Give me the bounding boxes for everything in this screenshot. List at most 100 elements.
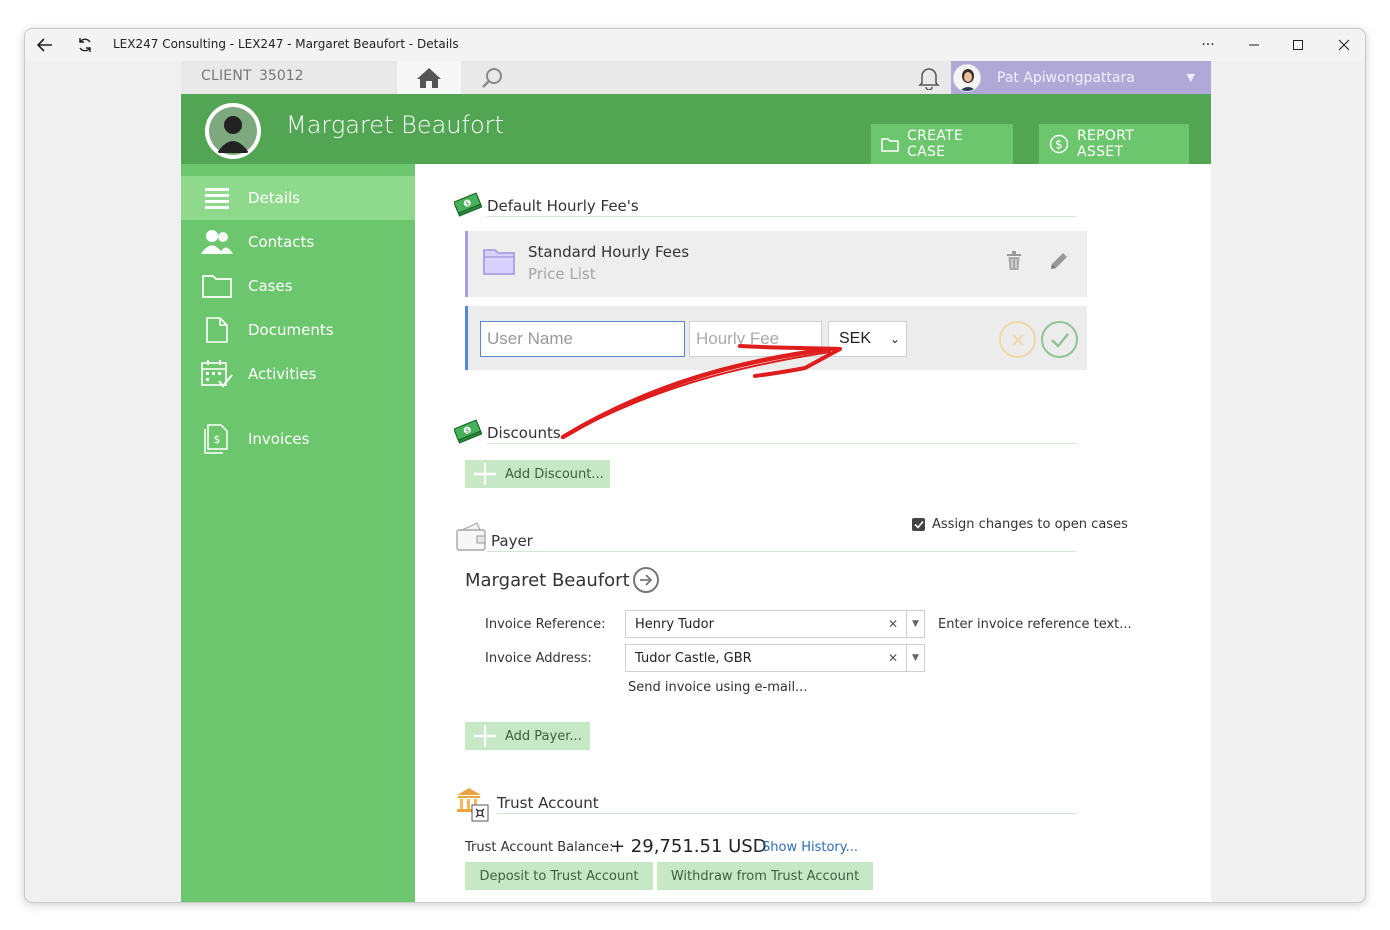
refresh-icon [79, 38, 91, 52]
withdraw-button[interactable]: Withdraw from Trust Account [657, 862, 873, 890]
section-divider [487, 443, 1076, 444]
dropdown-arrow-icon[interactable]: ▼ [906, 611, 924, 637]
hourly-fee-input[interactable]: Hourly Fee [689, 321, 822, 357]
add-payer-button[interactable]: Add Payer... [465, 722, 590, 750]
section-divider [487, 216, 1076, 217]
wallet-icon [456, 522, 486, 551]
app-area: CLIENT 35012 Pat Apiwongpattara ▼ Margar… [181, 61, 1211, 902]
payer-name: Margaret Beaufort [465, 570, 630, 591]
svg-text:$: $ [214, 433, 221, 446]
back-button[interactable] [25, 29, 65, 61]
assign-changes-checkbox[interactable] [912, 518, 925, 531]
calendar-check-icon [201, 360, 233, 388]
client-header: Margaret Beaufort CREATE CASE $ REPORT A… [181, 94, 1211, 164]
sidebar-item-documents[interactable]: Documents [181, 308, 415, 352]
report-asset-label: REPORT ASSET [1077, 128, 1135, 160]
list-icon [205, 188, 229, 209]
user-menu[interactable]: Pat Apiwongpattara ▼ [951, 61, 1211, 94]
invoice-address-value: Tudor Castle, GBR [635, 651, 752, 666]
add-discount-button[interactable]: Add Discount... [465, 460, 610, 488]
window-title: LEX247 Consulting - LEX247 - Margaret Be… [113, 37, 459, 51]
maximize-button[interactable] [1275, 29, 1321, 61]
section-divider [497, 813, 1076, 814]
close-icon [1011, 333, 1024, 346]
app-window: LEX247 Consulting - LEX247 - Margaret Be… [24, 28, 1366, 903]
search-icon [482, 68, 502, 88]
price-list-card[interactable]: Standard Hourly Fees Price List [465, 231, 1087, 297]
invoice-address-combo[interactable]: Tudor Castle, GBR ✕ ▼ [625, 644, 925, 672]
client-name: Margaret Beaufort [286, 111, 504, 139]
pencil-icon[interactable] [1049, 251, 1069, 271]
trust-account-title: Trust Account [497, 794, 599, 812]
folder-icon [483, 249, 515, 275]
price-list-type: Price List [528, 265, 596, 283]
arrow-right-icon [640, 574, 653, 586]
deposit-label: Deposit to Trust Account [479, 868, 639, 884]
sidebar-item-label: Details [248, 189, 301, 207]
user-name: Pat Apiwongpattara [997, 69, 1135, 86]
sidebar-item-label: Contacts [248, 233, 315, 251]
user-name-input[interactable]: User Name [480, 321, 685, 357]
trash-icon[interactable] [1006, 251, 1022, 271]
clear-icon[interactable]: ✕ [888, 651, 898, 665]
home-button[interactable] [397, 61, 461, 94]
sidebar-item-invoices[interactable]: $ Invoices [181, 417, 415, 461]
trust-balance-value: + 29,751.51 USD [610, 836, 767, 857]
sidebar: Details Contacts Cases Documents Activit… [181, 164, 415, 902]
payer-title: Payer [491, 532, 533, 550]
sidebar-item-label: Invoices [248, 430, 310, 448]
cancel-fee-button[interactable] [999, 321, 1036, 358]
minimize-button[interactable] [1231, 29, 1277, 61]
sidebar-item-activities[interactable]: Activities [181, 352, 415, 396]
client-avatar [205, 103, 261, 159]
more-options-button[interactable]: ··· [1185, 29, 1231, 61]
chevron-down-icon: ▼ [1186, 71, 1195, 84]
invoice-reference-combo[interactable]: Henry Tudor ✕ ▼ [625, 610, 925, 638]
trust-balance-label: Trust Account Balance: [465, 840, 614, 855]
checkmark-icon [913, 520, 924, 529]
add-payer-label: Add Payer... [505, 728, 582, 744]
send-email-link[interactable]: Send invoice using e-mail... [628, 680, 807, 695]
section-divider [487, 551, 1076, 552]
plus-icon [474, 725, 496, 747]
price-list-name: Standard Hourly Fees [528, 243, 690, 261]
people-icon [201, 230, 233, 254]
refresh-button[interactable] [65, 29, 105, 61]
hourly-fees-title: Default Hourly Fee's [487, 197, 639, 215]
currency-select[interactable]: SEK ⌄ [828, 321, 907, 357]
clear-icon[interactable]: ✕ [888, 617, 898, 631]
chevron-down-icon: ⌄ [889, 332, 900, 346]
sidebar-item-cases[interactable]: Cases [181, 264, 415, 308]
currency-value: SEK [839, 330, 872, 347]
plus-icon [474, 463, 496, 485]
new-fee-row: User Name Hourly Fee SEK ⌄ [465, 306, 1087, 370]
close-window-button[interactable] [1321, 29, 1365, 61]
sidebar-item-contacts[interactable]: Contacts [181, 220, 415, 264]
dollar-coin-icon: $ [1049, 134, 1069, 154]
open-payer-button[interactable] [633, 567, 659, 593]
folder-icon [881, 137, 899, 152]
money-icon: $ [454, 192, 482, 217]
deposit-button[interactable]: Deposit to Trust Account [465, 862, 653, 890]
title-bar: LEX247 Consulting - LEX247 - Margaret Be… [25, 29, 1365, 61]
withdraw-label: Withdraw from Trust Account [670, 868, 860, 884]
report-asset-button[interactable]: $ REPORT ASSET [1039, 124, 1189, 164]
notifications-button[interactable] [915, 65, 943, 91]
discounts-title: Discounts [487, 424, 561, 442]
sidebar-item-label: Documents [248, 321, 334, 339]
invoice-reference-value: Henry Tudor [635, 617, 714, 632]
invoice-reference-hint[interactable]: Enter invoice reference text... [938, 617, 1132, 632]
search-button[interactable] [477, 65, 507, 91]
checkmark-icon [1050, 332, 1069, 348]
create-case-button[interactable]: CREATE CASE [871, 124, 1013, 164]
client-id: 35012 [259, 68, 304, 84]
minimize-icon [1249, 44, 1259, 46]
dropdown-arrow-icon[interactable]: ▼ [906, 645, 924, 671]
confirm-fee-button[interactable] [1041, 321, 1078, 358]
sidebar-item-label: Activities [248, 365, 317, 383]
back-arrow-icon [37, 38, 52, 52]
show-history-link[interactable]: Show History... [762, 840, 858, 855]
create-case-label: CREATE CASE [907, 128, 964, 160]
sidebar-item-details[interactable]: Details [181, 176, 415, 220]
home-icon [417, 67, 441, 88]
